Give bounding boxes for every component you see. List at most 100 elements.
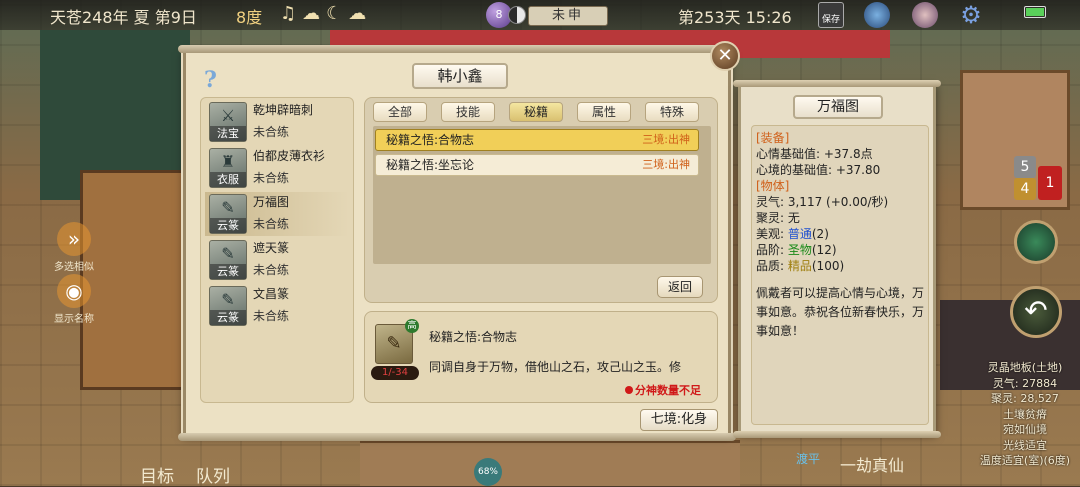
detail-description: 同调自身于万物，借他山之石，攻己山之玉。修	[429, 360, 682, 374]
book-detail-panel: ✎ 高 1/-34 秘籍之悟:合物志 同调自身于万物，借他山之石，攻己山之玉。修…	[364, 311, 718, 403]
back-button[interactable]: 返回	[657, 276, 703, 298]
hour-band: 未申	[528, 6, 608, 26]
qi-value: 3,117 (+0.00/秒)	[787, 195, 889, 209]
item-info-panel: 万福图 [装备] 心情基础值: +37.8点 心境的基础值: +37.80 [物…	[733, 80, 941, 438]
realm-button[interactable]: 七境:化身	[640, 409, 718, 431]
character-equipment-dialog: ? 韩小鑫 ✕ ⚔ 法宝 乾坤辟暗刺 未合练 ♜ 衣服 伯都皮薄衣衫 未合练 ✎…	[178, 41, 740, 441]
item-status: 未合练	[253, 217, 290, 231]
multi-select-label: 多选相似	[54, 262, 94, 273]
warning-text: 分神数量不足	[635, 384, 701, 397]
item-kind: 衣服	[210, 172, 246, 187]
item-thumbnail: ✎ 云篆	[209, 286, 247, 326]
grade-badge: 高	[405, 319, 419, 333]
info-body: [装备] 心情基础值: +37.8点 心境的基础值: +37.80 [物体] 灵…	[751, 125, 929, 425]
tab-books[interactable]: 秘籍	[509, 102, 563, 122]
equipment-item[interactable]: ⚔ 法宝 乾坤辟暗刺 未合练	[205, 100, 349, 144]
grade-row: 品阶: 圣物(12)	[756, 242, 924, 258]
day-time: 第253天 15:26	[678, 8, 792, 27]
item-status: 未合练	[253, 309, 290, 323]
equipment-item[interactable]: ✎ 云篆 文昌篆 未合练	[205, 284, 349, 328]
beauty-num: (2)	[811, 227, 829, 241]
book-count: 1/-34	[371, 366, 419, 380]
scroll-rod-bottom	[733, 431, 941, 438]
realm-status: 一劫真仙	[840, 456, 905, 475]
detail-book-name: 秘籍之悟:合物志	[429, 330, 518, 344]
book-name: 秘籍之悟:坐忘论	[386, 158, 475, 172]
count-badge-four[interactable]: 4	[1014, 178, 1036, 200]
tab-all[interactable]: 全部	[373, 102, 427, 122]
book-name: 秘籍之悟:合物志	[386, 133, 475, 147]
item-kind: 云篆	[210, 264, 246, 279]
scroll-rod-top	[178, 45, 736, 53]
world-building	[360, 440, 740, 486]
tribulation-icon: 渡平	[796, 452, 821, 466]
qi-row: 灵气: 3,117 (+0.00/秒)	[756, 194, 924, 210]
equipment-item[interactable]: ♜ 衣服 伯都皮薄衣衫 未合练	[205, 146, 349, 190]
grade-value: 圣物	[787, 243, 812, 257]
equipment-item[interactable]: ✎ 云篆 遮天篆 未合练	[205, 238, 349, 282]
mood-base: 心情基础值: +37.8点	[756, 147, 873, 161]
count-badge-five[interactable]: 5	[1014, 156, 1036, 178]
tile-spirit: 聚灵: 28,527	[991, 392, 1059, 405]
warning-dot-icon	[625, 386, 633, 394]
equipment-item-selected[interactable]: ✎ 云篆 万福图 未合练	[205, 192, 349, 236]
mind-base: 心境的基础值: +37.80	[756, 163, 881, 177]
tile-temperature: 温度适宜(室)(6度)	[979, 454, 1071, 467]
queue-button[interactable]: 队列	[196, 462, 230, 487]
book-list: 秘籍之悟:合物志 三境:出神 秘籍之悟:坐忘论 三境:出神	[373, 126, 711, 264]
item-status: 未合练	[253, 125, 290, 139]
quality-num: (100)	[811, 259, 845, 273]
item-thumbnail: ✎ 云篆	[209, 240, 247, 280]
goal-button[interactable]: 目标	[140, 462, 174, 487]
help-icon[interactable]: ?	[204, 67, 217, 93]
show-names-button[interactable]: ◉ 显示名称	[44, 274, 104, 325]
scroll-rod-top	[733, 80, 941, 87]
item-thumbnail: ⚔ 法宝	[209, 102, 247, 142]
book-row-selected[interactable]: 秘籍之悟:合物志 三境:出神	[375, 129, 699, 151]
equipment-list: ⚔ 法宝 乾坤辟暗刺 未合练 ♜ 衣服 伯都皮薄衣衫 未合练 ✎ 云篆 万福图 …	[200, 97, 354, 403]
eye-icon: ◉	[57, 274, 91, 308]
robe-icon: ♜	[220, 152, 236, 171]
spirit-swirl-icon[interactable]	[1014, 220, 1058, 264]
battery-icon	[1024, 6, 1046, 18]
item-kind: 云篆	[210, 218, 246, 233]
scroll-rod-bottom	[178, 433, 736, 441]
item-thumbnail: ♜ 衣服	[209, 148, 247, 188]
close-button[interactable]: ✕	[710, 41, 740, 71]
flavor-text: 佩戴者可以提高心情与心境，万事如意。恭祝各位新春快乐，万事如意！	[756, 286, 925, 338]
object-header: [物体]	[756, 179, 790, 193]
item-status: 未合练	[253, 171, 290, 185]
tile-name: 灵晶地板(土地)	[987, 361, 1063, 374]
grade-num: (12)	[811, 243, 837, 257]
compass-icon[interactable]	[864, 2, 890, 28]
gear-icon[interactable]: ⚙	[958, 2, 984, 28]
palette-icon[interactable]	[912, 2, 938, 28]
spirit-value: 无	[787, 211, 800, 225]
tab-special[interactable]: 特殊	[645, 102, 699, 122]
undo-icon[interactable]: ↶	[1010, 286, 1062, 338]
tile-place: 宛如仙境	[1003, 423, 1047, 436]
count-badge-one[interactable]: 1	[1038, 166, 1062, 200]
world-tile-info: 灵晶地板(土地) 灵气: 27884 聚灵: 28,527 土壤贫瘠 宛如仙境 …	[972, 360, 1078, 469]
tile-qi: 灵气: 27884	[992, 376, 1058, 390]
beauty-row: 美观: 普通(2)	[756, 226, 924, 242]
tab-skills[interactable]: 技能	[441, 102, 495, 122]
save-button[interactable]: 保存	[818, 2, 844, 28]
weather-icons: ♫☁☾☁	[280, 3, 373, 24]
book-level: 三境:出神	[642, 133, 690, 146]
character-name: 韩小鑫	[412, 63, 508, 89]
book-row[interactable]: 秘籍之悟:坐忘论 三境:出神	[375, 154, 699, 176]
item-name: 乾坤辟暗刺	[253, 103, 314, 117]
beauty-value: 普通	[787, 227, 812, 241]
item-status: 未合练	[253, 263, 290, 277]
temperature: 8度	[236, 8, 263, 27]
game-date: 天苍248年 夏 第9日	[50, 8, 197, 27]
item-kind: 云篆	[210, 310, 246, 325]
item-kind: 法宝	[210, 126, 246, 141]
tab-attributes[interactable]: 属性	[577, 102, 631, 122]
multi-select-button[interactable]: » 多选相似	[44, 222, 104, 273]
multi-select-icon: »	[57, 222, 91, 256]
item-thumbnail: ✎ 云篆	[209, 194, 247, 234]
item-name: 遮天篆	[253, 241, 290, 255]
grade-label: 品阶:	[756, 243, 788, 257]
